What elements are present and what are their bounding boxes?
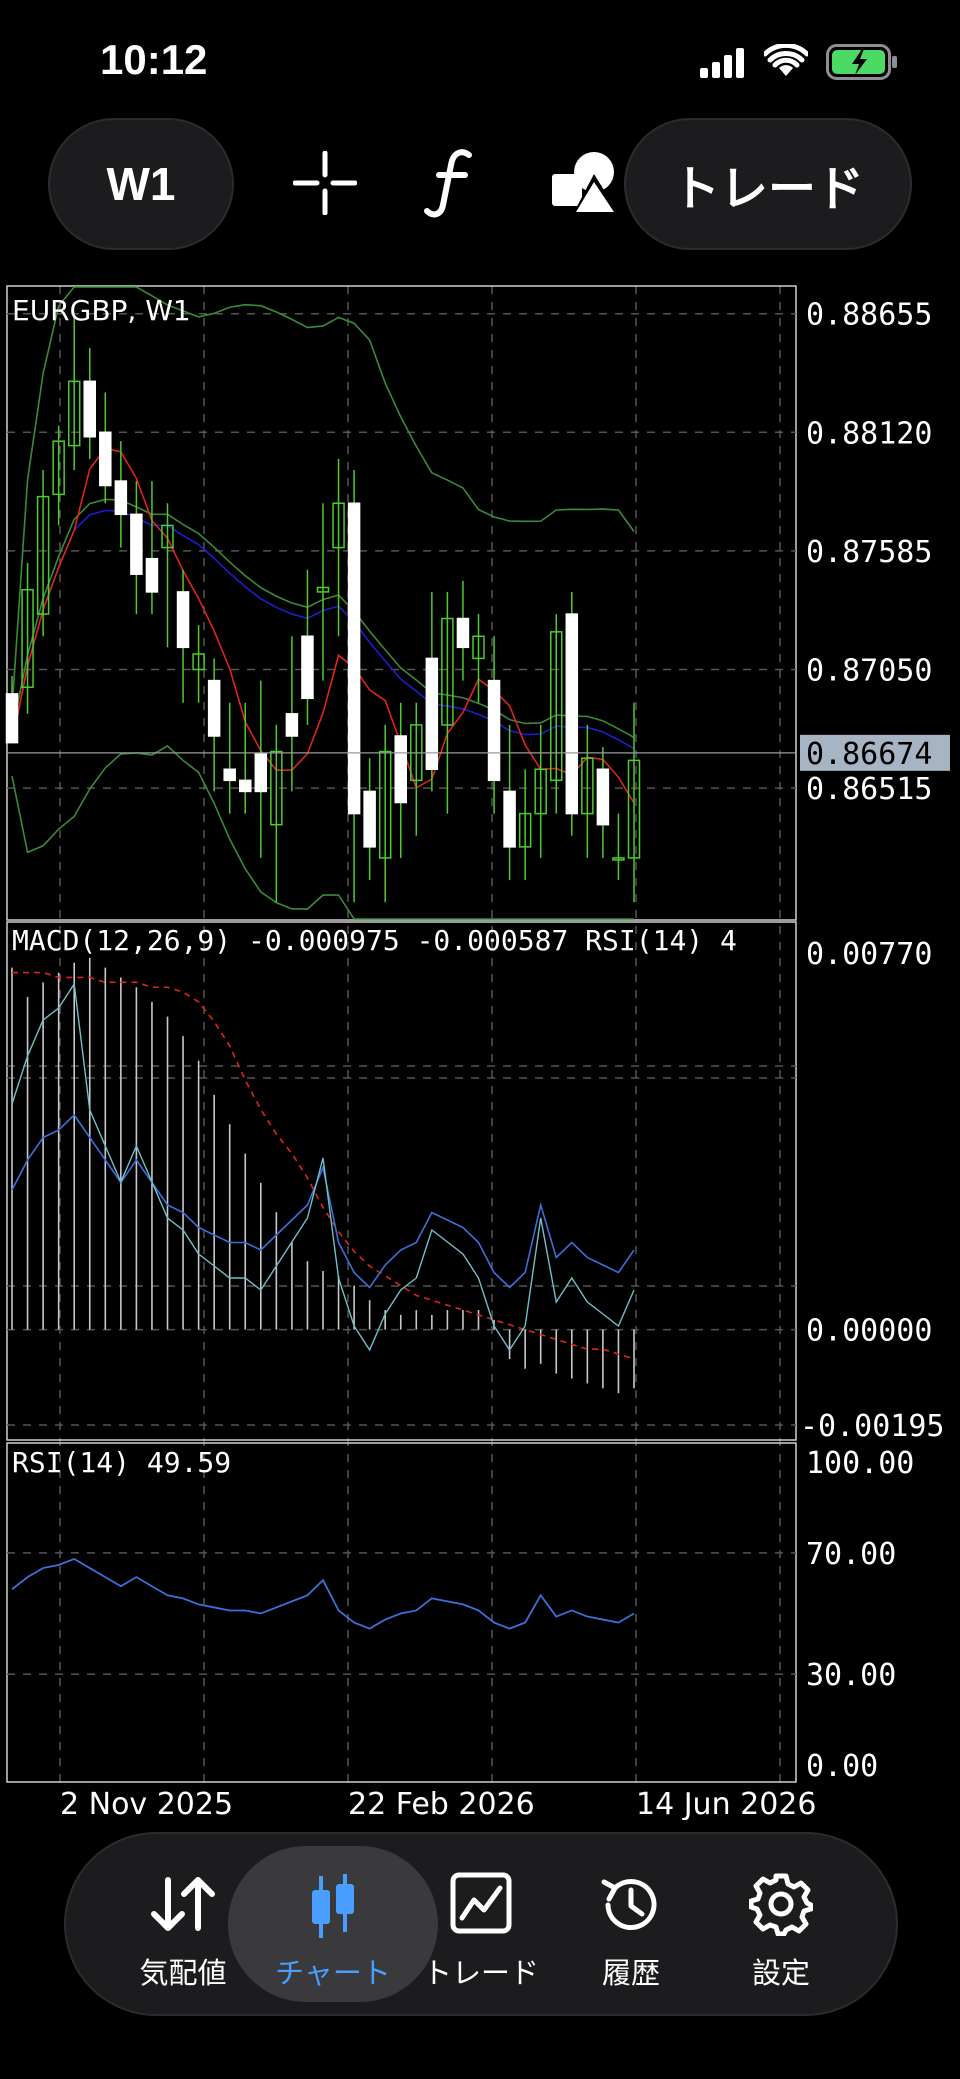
wifi-icon	[764, 44, 808, 76]
rsi-axis-tick: 30.00	[806, 1658, 896, 1693]
function-icon	[424, 149, 472, 218]
candle-body	[301, 635, 314, 700]
tab-chart[interactable]: チャート	[258, 1834, 408, 2014]
price-axis-tick: 0.87050	[806, 654, 932, 689]
time-axis-tick: 22 Feb 2026	[348, 1787, 535, 1820]
candle-body	[130, 513, 143, 575]
candle-body	[487, 679, 501, 782]
crosshair-icon	[293, 151, 357, 215]
status-bar: 10:12	[0, 0, 960, 110]
timeframe-label: W1	[106, 158, 176, 210]
shapes-icon	[552, 152, 620, 216]
candle-body	[207, 679, 221, 737]
tab-history-label: 履歴	[601, 1956, 660, 1990]
objects-button[interactable]	[540, 138, 630, 228]
candle-body	[347, 502, 361, 815]
tab-settings[interactable]: 設定	[706, 1834, 856, 2014]
tab-settings-label: 設定	[751, 1956, 810, 1990]
candlestick-icon	[312, 1874, 354, 1938]
candle-body	[456, 617, 470, 649]
rsi-axis-tick: 100.00	[806, 1446, 914, 1481]
trade-button[interactable]: トレード	[624, 118, 912, 250]
price-chart[interactable]: 0.88655 0.88120 0.87585 0.87050 0.865150.866…	[0, 280, 960, 1820]
tab-history[interactable]: 履歴	[556, 1834, 706, 2014]
macd-label: MACD(12,26,9) -0.000975 -0.000587 RSI(14…	[12, 924, 737, 957]
price-axis-tick: 0.88655	[806, 298, 932, 333]
crosshair-button[interactable]	[280, 138, 370, 228]
candle-body	[254, 752, 268, 793]
macd-axis-tick: 0.00000	[806, 1314, 932, 1349]
settings-gear-icon	[749, 1873, 813, 1936]
candle-body	[145, 557, 159, 593]
quotes-arrows-icon	[151, 1877, 215, 1931]
trade-button-label: トレード	[671, 163, 864, 216]
candle-body	[596, 768, 610, 826]
candle-body	[83, 380, 96, 438]
tab-quotes[interactable]: 気配値	[108, 1834, 258, 2014]
tab-chart-label: チャート	[275, 1956, 391, 1990]
candle-body	[176, 591, 190, 649]
time-axis-tick: 2 Nov 2025	[60, 1787, 233, 1820]
rsi-line	[11, 1557, 635, 1630]
indicators-button[interactable]	[408, 138, 498, 228]
tab-quotes-label: 気配値	[139, 1956, 227, 1990]
signal-icon	[700, 48, 744, 78]
rsi-axis-tick: 0.00	[806, 1749, 878, 1784]
rsi-label: RSI(14) 49.59	[12, 1446, 231, 1479]
macd-axis-tick: -0.00195	[800, 1409, 945, 1444]
candle-body	[239, 779, 252, 793]
macd-pane-frame	[6, 921, 797, 1441]
history-clock-icon	[601, 1879, 657, 1931]
status-time: 10:12	[100, 36, 208, 83]
tab-trade-label: トレード	[422, 1956, 539, 1990]
candle-body	[223, 768, 236, 782]
battery-charging-icon	[826, 44, 897, 80]
tab-bar: 気配値 チャート トレード 履歴 設定	[64, 1832, 898, 2016]
timeframe-button[interactable]: W1	[48, 118, 234, 250]
price-axis-tick: 0.86515	[806, 772, 932, 807]
candle-body	[5, 693, 19, 744]
candle-body	[114, 480, 128, 516]
current-price-label: 0.86674	[806, 737, 932, 772]
tab-trade[interactable]: トレード	[406, 1834, 556, 2014]
price-axis-tick: 0.88120	[806, 416, 932, 451]
candle-body	[285, 713, 299, 737]
rsi-axis-tick: 70.00	[806, 1537, 896, 1572]
price-axis-tick: 0.87585	[806, 535, 932, 570]
candle-body	[99, 431, 112, 487]
macd-axis-tick: 0.00770	[806, 937, 932, 972]
candle-body	[503, 790, 516, 848]
time-axis-tick: 14 Jun 2026	[636, 1787, 816, 1820]
candle-body	[394, 735, 407, 804]
candle-body	[363, 790, 376, 848]
candle-body	[565, 613, 579, 815]
trade-line-icon	[450, 1872, 512, 1934]
symbol-label: EURGBP, W1	[12, 294, 191, 327]
